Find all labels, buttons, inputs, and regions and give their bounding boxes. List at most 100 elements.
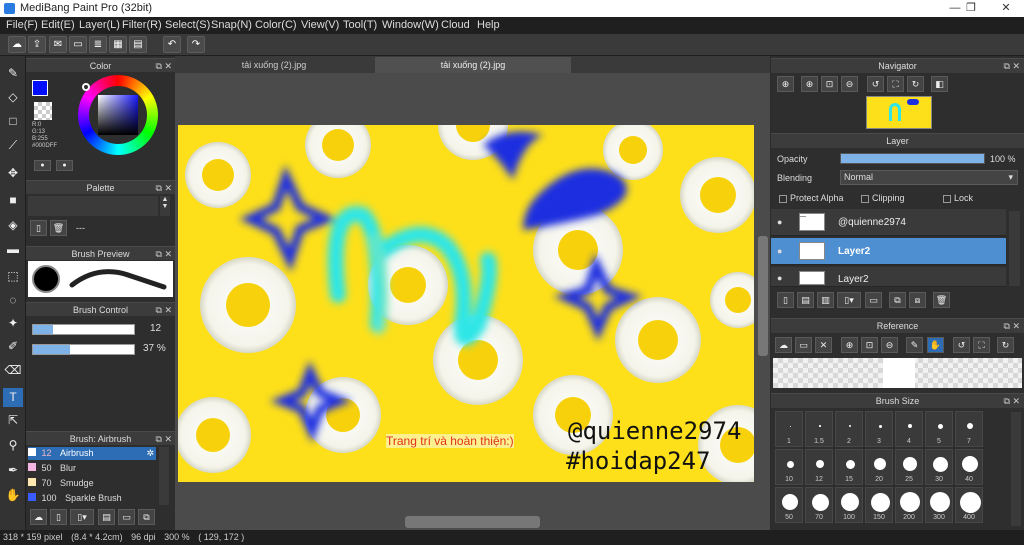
brush-size-option[interactable]: 15 — [835, 449, 863, 485]
select-pen-icon[interactable]: ✐ — [3, 337, 23, 356]
cloud-icon[interactable]: ☁ — [8, 36, 26, 53]
fit-window-icon[interactable]: ⛶ — [887, 76, 904, 92]
palette-delete-icon[interactable]: 🗑 — [50, 220, 67, 236]
panel-close-icon[interactable]: ⧉ ✕ — [156, 59, 172, 73]
brush-opacity-slider[interactable] — [32, 344, 135, 355]
blending-select[interactable]: Normal ▾ — [840, 170, 1018, 185]
menu-filter[interactable]: Filter(R) — [122, 19, 162, 31]
clipping-checkbox[interactable]: Clipping — [861, 193, 905, 203]
brush-size-option[interactable]: 1 — [775, 411, 803, 447]
reference-view[interactable] — [773, 358, 1022, 388]
reference-open-icon[interactable]: ▭ — [795, 337, 812, 353]
brush-copy-icon[interactable]: ▤ — [98, 509, 115, 525]
panel-close-icon[interactable]: ⧉ ✕ — [156, 432, 172, 446]
vertical-scrollbar-thumb[interactable] — [758, 236, 768, 356]
navigator-thumbnail[interactable] — [866, 96, 932, 129]
text-tool-icon[interactable]: T — [3, 388, 23, 407]
reference-zoom-in-icon[interactable]: ⊕ — [841, 337, 858, 353]
brush-size-option[interactable]: 1.5 — [805, 411, 833, 447]
palette-add-icon[interactable]: ▯ — [30, 220, 47, 236]
brush-cloud-icon[interactable]: ☁ — [30, 509, 47, 525]
brush-size-option[interactable]: 25 — [895, 449, 923, 485]
line-tool-icon[interactable]: ⟋ — [3, 136, 23, 155]
panel-close-icon[interactable]: ⧉ ✕ — [1004, 394, 1020, 409]
color-add-button[interactable]: ● — [56, 160, 73, 171]
brush-folder-icon[interactable]: ▭ — [118, 509, 135, 525]
comment-icon[interactable]: ✉ — [49, 36, 67, 53]
brush-item-smudge[interactable]: 70 Smudge — [28, 477, 156, 490]
reference-rotate-right-icon[interactable]: ↻ — [997, 337, 1014, 353]
menu-view[interactable]: View(V) — [301, 19, 339, 31]
eraser-tool-icon[interactable]: ◇ — [3, 88, 23, 107]
fill-rect-tool-icon[interactable]: ■ — [3, 191, 23, 210]
menu-edit[interactable]: Edit(E) — [41, 19, 75, 31]
brush-size-option[interactable]: 300 — [925, 487, 953, 523]
brush-list-scrollbar[interactable] — [159, 447, 169, 505]
menu-color[interactable]: Color(C) — [255, 19, 297, 31]
eyedropper-icon[interactable]: ⚲ — [3, 436, 23, 455]
color-sv-square[interactable] — [98, 95, 138, 135]
reference-fit-icon[interactable]: ⊡ — [861, 337, 878, 353]
brush-size-option[interactable]: 150 — [865, 487, 893, 523]
reference-close-icon[interactable]: ✕ — [815, 337, 832, 353]
tile-icon[interactable]: ▤ — [129, 36, 147, 53]
panel-close-icon[interactable]: ⧉ ✕ — [1004, 59, 1020, 74]
palette-scrollbar[interactable]: ▲ ▼ — [160, 196, 170, 216]
brush-size-scrollbar[interactable] — [1011, 412, 1021, 526]
reference-cloud-icon[interactable]: ☁ — [775, 337, 792, 353]
hue-marker[interactable] — [82, 83, 90, 91]
select-rect-icon[interactable]: ⬚ — [3, 267, 23, 286]
brush-size-option[interactable]: 12 — [805, 449, 833, 485]
add-layer-dropdown-icon[interactable]: ▯▾ — [837, 292, 861, 308]
layer-scrollbar[interactable] — [1009, 211, 1020, 286]
merge-layer-icon[interactable]: ⧈ — [909, 292, 926, 308]
flip-icon[interactable]: ◧ — [931, 76, 948, 92]
folder-icon[interactable]: ▭ — [865, 292, 882, 308]
redo-icon[interactable]: ↷ — [187, 36, 205, 53]
brush-size-option[interactable]: 10 — [775, 449, 803, 485]
reference-zoom-out-icon[interactable]: ⊖ — [881, 337, 898, 353]
brush-size-option[interactable]: 400 — [955, 487, 983, 523]
eye-icon[interactable]: ● — [777, 246, 782, 256]
hand-tool-icon[interactable]: ✋ — [3, 486, 23, 505]
dot-tool-icon[interactable]: □ — [3, 112, 23, 131]
rotate-left-icon[interactable]: ↺ — [867, 76, 884, 92]
zoom-fit-icon[interactable]: ⊡ — [821, 76, 838, 92]
menu-snap[interactable]: Snap(N) — [211, 19, 252, 31]
protect-alpha-checkbox[interactable]: Protect Alpha — [779, 193, 844, 203]
layer-row-layer2[interactable]: ● Layer2 — [771, 267, 1006, 287]
brush-item-blur[interactable]: 50 Blur — [28, 462, 156, 475]
menu-tool[interactable]: Tool(T) — [343, 19, 377, 31]
brush-size-option[interactable]: 5 — [925, 411, 953, 447]
undo-icon[interactable]: ↶ — [163, 36, 181, 53]
new-layer-8bit-icon[interactable]: ▤ — [797, 292, 814, 308]
reference-hand-icon[interactable]: ✋ — [927, 337, 944, 353]
panel-close-icon[interactable]: ⧉ ✕ — [156, 303, 172, 317]
new-layer-icon[interactable]: ▯ — [777, 292, 794, 308]
brush-size-option[interactable]: 50 — [775, 487, 803, 523]
eye-icon[interactable]: ● — [777, 273, 782, 283]
move-tool-icon[interactable]: ✥ — [3, 164, 23, 183]
color-wheel[interactable] — [78, 75, 158, 155]
transparent-swatch[interactable] — [34, 102, 52, 120]
magic-wand-icon[interactable]: ✦ — [3, 314, 23, 333]
zoom-out-icon[interactable]: ⊖ — [841, 76, 858, 92]
brush-duplicate-icon[interactable]: ⧉ — [138, 509, 155, 525]
lasso-icon[interactable]: ◌ — [3, 291, 23, 310]
eye-icon[interactable]: ● — [777, 217, 782, 227]
layer-opacity-slider[interactable] — [840, 153, 985, 164]
menu-help[interactable]: Help — [477, 19, 500, 31]
operation-tool-icon[interactable]: ⇱ — [3, 411, 23, 430]
panel-close-icon[interactable]: ⧉ ✕ — [156, 181, 172, 195]
brush-size-option[interactable]: 2 — [835, 411, 863, 447]
brush-size-option[interactable]: 40 — [955, 449, 983, 485]
delete-layer-icon[interactable]: 🗑 — [933, 292, 950, 308]
reference-eyedropper-icon[interactable]: ✎ — [906, 337, 923, 353]
brush-size-slider[interactable] — [32, 324, 135, 335]
rotate-right-icon[interactable]: ↻ — [907, 76, 924, 92]
close-button[interactable]: ✕ — [991, 0, 1021, 17]
horizontal-scrollbar-thumb[interactable] — [405, 516, 540, 528]
tab-document-2[interactable]: tải xuống (2).jpg — [375, 57, 571, 73]
duplicate-layer-icon[interactable]: ⧉ — [889, 292, 906, 308]
brush-tool-icon[interactable]: ✎ — [3, 64, 23, 83]
